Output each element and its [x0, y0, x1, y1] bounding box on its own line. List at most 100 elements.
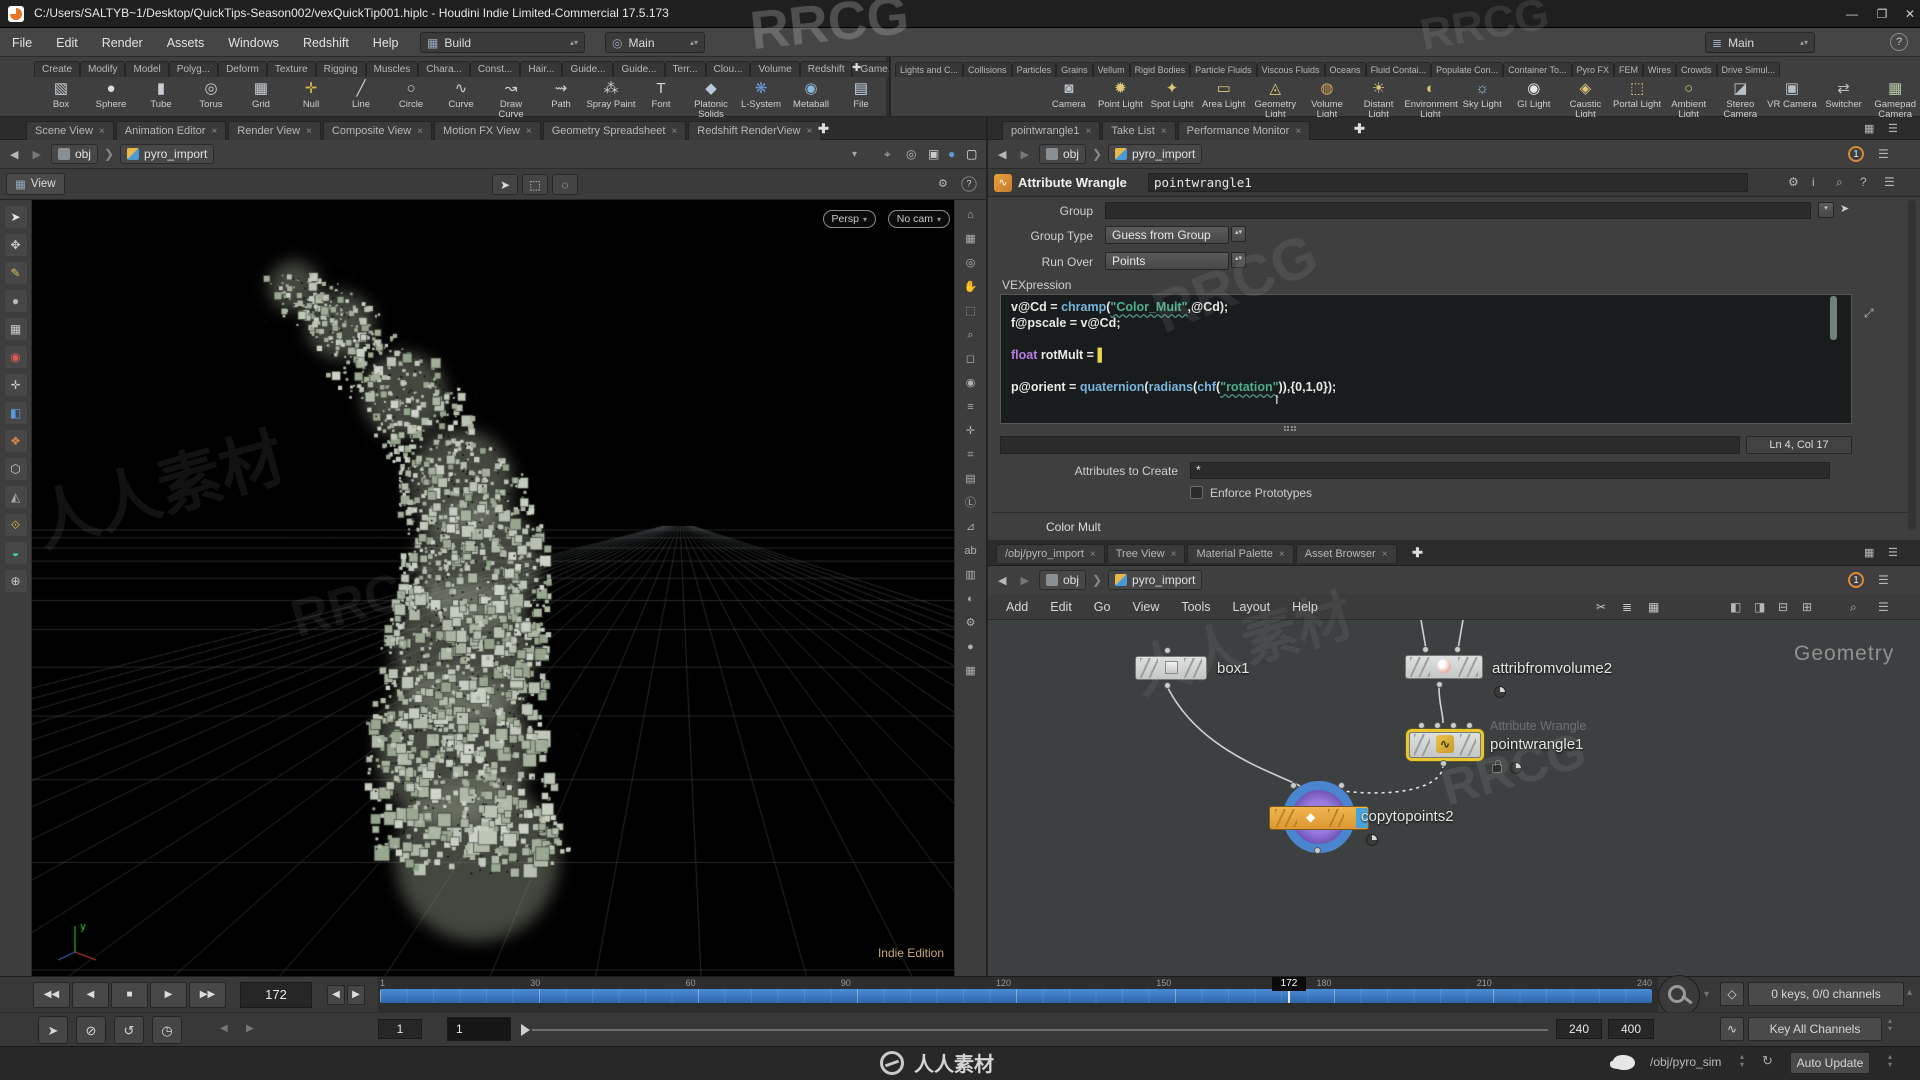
viewport-tool-icon[interactable]: ✥: [5, 234, 27, 256]
menu-item[interactable]: View: [1132, 600, 1159, 614]
node-input-dot[interactable]: [1338, 782, 1345, 789]
shelf-tab[interactable]: Modify: [80, 61, 125, 77]
display-option-icon[interactable]: ◉: [962, 374, 980, 392]
snap-icon[interactable]: ⚙: [938, 177, 948, 190]
group-select-arrow-icon[interactable]: ➤: [1840, 202, 1849, 215]
group-type-dropdown[interactable]: Guess from Group: [1105, 226, 1229, 244]
shelf-tab[interactable]: Wires: [1643, 62, 1676, 77]
menu-item[interactable]: Assets: [167, 36, 205, 50]
shelf-tab[interactable]: Clou...: [706, 61, 751, 77]
shelf-tool[interactable]: ◪ Stereo Camera: [1715, 78, 1767, 120]
close-icon[interactable]: ×: [99, 126, 105, 137]
shelf-tool[interactable]: ╱ Line: [336, 78, 386, 120]
menu-item[interactable]: Help: [373, 36, 399, 50]
shelf-tool[interactable]: T Font: [636, 78, 686, 120]
range-step-back-icon[interactable]: ◀: [220, 1023, 228, 1034]
global-start-field[interactable]: 1: [378, 1019, 422, 1039]
shelf-tool[interactable]: ▮ Tube: [136, 78, 186, 120]
shelf-tab[interactable]: Lights and C...: [895, 62, 963, 77]
global-end-field[interactable]: 400: [1608, 1019, 1654, 1039]
forward-icon[interactable]: ▶: [1016, 572, 1032, 589]
range-slider-track[interactable]: [532, 1029, 1548, 1031]
pane-tab[interactable]: Animation Editor ×: [116, 121, 227, 140]
shelf-tab[interactable]: Hair...: [520, 61, 562, 77]
spinner-icon[interactable]: ▴▾: [690, 39, 698, 47]
display-option-icon[interactable]: ▦: [962, 662, 980, 680]
shelf-tool[interactable]: ○ Ambient Light: [1663, 78, 1715, 120]
path-node-chip[interactable]: pyro_import: [120, 144, 214, 164]
pane-tab[interactable]: Tree View ×: [1107, 544, 1186, 563]
close-icon[interactable]: ×: [526, 126, 532, 137]
group-field[interactable]: [1105, 202, 1811, 219]
close-icon[interactable]: ×: [1171, 549, 1177, 560]
shelf-tab[interactable]: Oceans: [1325, 62, 1366, 77]
playback-button[interactable]: ◀: [72, 982, 109, 1008]
menu-item[interactable]: Edit: [56, 36, 78, 50]
pane-tab[interactable]: Asset Browser ×: [1296, 544, 1397, 563]
display-option-icon[interactable]: ✋: [962, 278, 980, 296]
playback-button[interactable]: ▶: [150, 982, 187, 1008]
pane-menu-icon[interactable]: ☰: [1888, 546, 1898, 559]
menu-item[interactable]: Edit: [1050, 600, 1072, 614]
shelf-tab[interactable]: Rigid Bodies: [1130, 62, 1191, 77]
network-graph[interactable]: box1 attribfromvolume2 ∿: [988, 620, 1920, 976]
close-icon[interactable]: ×: [671, 126, 677, 137]
display-option-icon[interactable]: ●: [962, 638, 980, 656]
close-button[interactable]: ✕: [1896, 4, 1920, 24]
close-icon[interactable]: ×: [1295, 126, 1301, 137]
snapshot-icon[interactable]: ▣: [928, 147, 939, 161]
info-icon[interactable]: i: [1812, 175, 1815, 189]
display-option-icon[interactable]: ≡: [962, 398, 980, 416]
path-context-chip[interactable]: obj: [1039, 570, 1086, 590]
flipbook-icon[interactable]: ▢: [966, 147, 977, 161]
display-option-icon[interactable]: ▤: [962, 470, 980, 488]
playbar-toggle-button[interactable]: ➤: [38, 1016, 68, 1044]
node-input-dot[interactable]: [1434, 722, 1441, 729]
back-icon[interactable]: ◀: [994, 572, 1010, 589]
viewport-tool-icon[interactable]: ➤: [5, 206, 27, 228]
shelf-tool[interactable]: ☼ Sky Light: [1456, 78, 1508, 120]
shelf-tool[interactable]: ▣ VR Camera: [1766, 78, 1818, 120]
playback-button[interactable]: ▶▶: [189, 982, 226, 1008]
spinner-icon[interactable]: ▴▾: [1740, 1053, 1744, 1069]
path-context-chip[interactable]: obj: [1039, 144, 1086, 164]
forward-icon[interactable]: ▶: [28, 146, 44, 163]
shelf-tool[interactable]: ◎ Torus: [186, 78, 236, 120]
add-pane-tab-button[interactable]: ✚: [1348, 119, 1371, 139]
box-select-icon[interactable]: ⬚: [522, 174, 548, 195]
display-option-icon[interactable]: ⚙: [962, 614, 980, 632]
playbar-toggle-button[interactable]: ⊘: [76, 1016, 106, 1044]
node-label[interactable]: box1: [1217, 660, 1250, 677]
attributes-to-create-field[interactable]: *: [1190, 462, 1830, 479]
display-option-icon[interactable]: ⌗: [962, 446, 980, 464]
pane-tab[interactable]: Performance Monitor ×: [1178, 121, 1311, 140]
main-network-selector[interactable]: ◎ Main ▴▾: [605, 32, 705, 53]
shelf-tool[interactable]: ✦ Spot Light: [1146, 78, 1198, 120]
node-label[interactable]: attribfromvolume2: [1492, 660, 1612, 677]
group-dropdown-icon[interactable]: ▾: [1818, 202, 1834, 218]
close-icon[interactable]: ×: [417, 126, 423, 137]
current-frame-field[interactable]: 172: [240, 982, 312, 1008]
path-node-chip[interactable]: pyro_import: [1108, 570, 1202, 590]
display-toggle-icon[interactable]: ◨: [1754, 600, 1765, 614]
playbar-toggle-button[interactable]: ↺: [114, 1016, 144, 1044]
keys-summary-button[interactable]: 0 keys, 0/0 channels: [1748, 982, 1904, 1006]
pane-tab[interactable]: Material Palette ×: [1187, 544, 1293, 563]
path-context-chip[interactable]: obj: [51, 144, 98, 164]
select-arrow-icon[interactable]: ➤: [492, 174, 518, 195]
cut-icon[interactable]: ✂: [1596, 600, 1606, 614]
spinner-icon[interactable]: ▴▾: [1888, 1017, 1892, 1033]
resize-grip[interactable]: [1284, 426, 1296, 431]
playback-button[interactable]: ◀◀: [33, 982, 70, 1008]
back-icon[interactable]: ◀: [994, 146, 1010, 163]
persp-selector[interactable]: Persp ▾: [823, 210, 876, 228]
menu-item[interactable]: Render: [102, 36, 143, 50]
shelf-tool[interactable]: ◙ Camera: [1043, 78, 1095, 120]
node-input-dot[interactable]: [1164, 647, 1171, 654]
forward-icon[interactable]: ▶: [1016, 146, 1032, 163]
playhead-line[interactable]: [1288, 990, 1290, 1003]
display-option-icon[interactable]: ab: [962, 542, 980, 560]
shelf-tab[interactable]: Guide...: [562, 61, 613, 77]
shelf-tool[interactable]: ▤ File: [836, 78, 886, 120]
shelf-tab[interactable]: Redshift: [800, 61, 853, 77]
